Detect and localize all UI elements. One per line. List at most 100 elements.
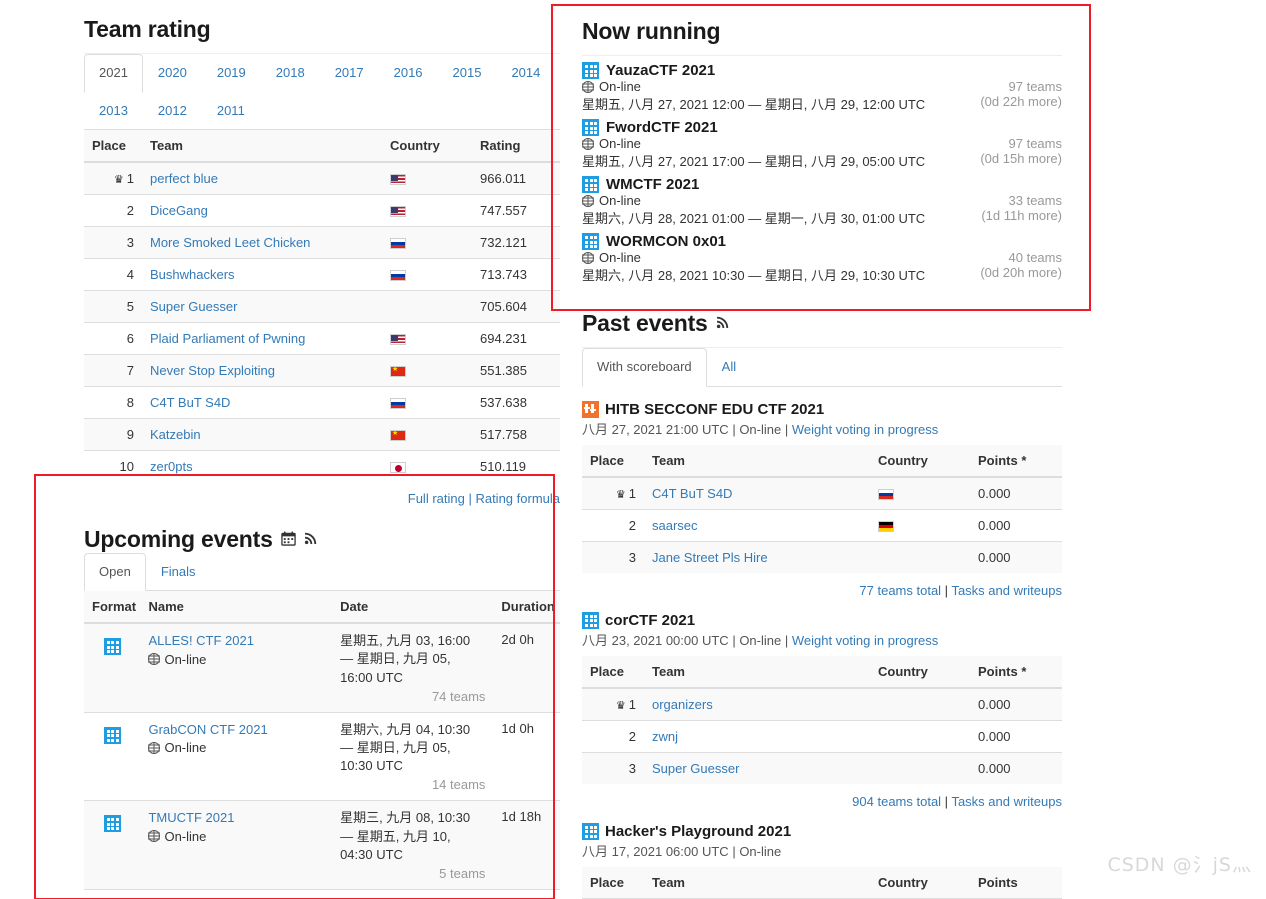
scoreboard-place-cell: 2 (582, 508, 644, 542)
running-event-link[interactable]: FwordCTF 2021 (606, 119, 718, 136)
team-link[interactable]: C4T BuT S4D (150, 395, 230, 410)
rss-icon[interactable] (304, 531, 318, 548)
year-tab-2016[interactable]: 2016 (379, 54, 438, 92)
rating-place-cell: 4 (84, 258, 142, 291)
team-link[interactable]: Katzebin (150, 427, 201, 442)
year-tab-item[interactable]: 2017 (320, 54, 379, 92)
running-event: WORMCON 0x01 On-line 40 teams 星期六, 八月 28, 2… (582, 233, 1062, 284)
year-tab-item[interactable]: 2011 (202, 92, 260, 130)
header-country: Country (870, 655, 970, 689)
event-date-cell: 星期六, 九月 04, 10:30 — 星期日, 九月 05, 10:30 UT… (332, 711, 494, 801)
past-event-link[interactable]: HITB SECCONF EDU CTF 2021 (605, 401, 824, 418)
running-event-link[interactable]: WORMCON 0x01 (606, 233, 726, 250)
rating-place-cell: 10 (84, 450, 142, 483)
rss-icon[interactable] (716, 315, 730, 332)
year-tab-item[interactable]: 2015 (438, 54, 497, 92)
year-tab-2018[interactable]: 2018 (261, 54, 320, 92)
year-tab-item[interactable]: 2020 (143, 54, 202, 92)
team-link[interactable]: Never Stop Exploiting (150, 363, 275, 378)
year-tab-item[interactable]: 2012 (143, 92, 202, 130)
team-link[interactable]: Plaid Parliament of Pwning (150, 331, 305, 346)
event-link[interactable]: TMUCTF 2021 (148, 809, 324, 827)
year-tab-item[interactable]: 2021 (84, 54, 143, 93)
rating-place: 5 (126, 299, 134, 315)
footer-link-rating-formula[interactable]: Rating formula (475, 491, 560, 506)
rating-place: 10 (119, 459, 134, 475)
table-row: 5 Super Guesser 705.604 (84, 290, 560, 323)
event-link[interactable]: ALLES! CTF 2021 (148, 632, 324, 650)
scoreboard-points: 0.000 (970, 540, 1062, 573)
past-event-link[interactable]: Hacker's Playground 2021 (605, 823, 791, 840)
past-tab-item[interactable]: All (707, 348, 751, 386)
running-event-teams: 33 teams (1008, 193, 1062, 209)
scoreboard-place-cell: 3 (582, 540, 644, 573)
year-tab-item[interactable]: 2018 (261, 54, 320, 92)
team-link[interactable]: saarsec (652, 518, 698, 533)
running-event-location-label: On-line (599, 250, 641, 266)
upcoming-tab-item[interactable]: Open (84, 552, 146, 592)
team-link[interactable]: Bushwhackers (150, 267, 235, 282)
year-tab-item[interactable]: 2014 (496, 54, 555, 92)
team-link[interactable]: Super Guesser (652, 761, 739, 776)
team-link[interactable]: DiceGang (150, 203, 208, 218)
running-event-remaining: (0d 20h more) (980, 265, 1062, 281)
team-link[interactable]: perfect blue (150, 171, 218, 186)
year-tab-item[interactable]: 2013 (84, 92, 143, 130)
tab-all[interactable]: All (707, 348, 751, 386)
tasks-writeups-link[interactable]: Tasks and writeups (951, 794, 1062, 809)
table-row: ♛ 1 organizers 0.000 (582, 687, 1062, 721)
rating-country-cell (382, 161, 472, 195)
weight-voting-link[interactable]: Weight voting in progress (792, 422, 938, 437)
year-tab-2021[interactable]: 2021 (84, 54, 143, 93)
team-link[interactable]: Super Guesser (150, 299, 237, 314)
team-link[interactable]: More Smoked Leet Chicken (150, 235, 310, 250)
past-event-footer-links: 77 teams total | Tasks and writeups (582, 573, 1062, 598)
rating-place-cell: 5 (84, 290, 142, 323)
team-rating-body: ♛ 1 perfect blue 966.011 2 DiceGang 747.557 3 Mo… (84, 161, 560, 483)
year-tab-2013[interactable]: 2013 (84, 92, 143, 130)
tab-open[interactable]: Open (84, 552, 146, 592)
team-link[interactable]: Jane Street Pls Hire (652, 550, 768, 565)
scoreboard-country-cell (870, 508, 970, 542)
weight-voting-link[interactable]: Weight voting in progress (792, 633, 938, 648)
year-tab-2011[interactable]: 2011 (202, 92, 260, 130)
year-tab-2015[interactable]: 2015 (438, 54, 497, 92)
rating-place-cell: 6 (84, 322, 142, 355)
year-tab-2019[interactable]: 2019 (202, 54, 261, 92)
calendar-icon[interactable] (281, 531, 296, 549)
footer-link-full-rating[interactable]: Full rating (408, 491, 465, 506)
event-format-cell (84, 622, 141, 713)
year-tab-2017[interactable]: 2017 (320, 54, 379, 92)
year-tab-2012[interactable]: 2012 (143, 92, 202, 130)
running-event-location: On-line (582, 250, 641, 265)
teams-total-link[interactable]: 904 teams total (852, 794, 941, 809)
year-tab-item[interactable]: 2019 (202, 54, 261, 92)
scoreboard-place: 2 (628, 517, 636, 533)
tab-with-scoreboard[interactable]: With scoreboard (582, 348, 707, 387)
team-link[interactable]: C4T BuT S4D (652, 486, 732, 501)
running-event-link[interactable]: WMCTF 2021 (606, 176, 699, 193)
team-link[interactable]: organizers (652, 697, 713, 712)
past-event-link[interactable]: corCTF 2021 (605, 612, 695, 629)
teams-total-link[interactable]: 77 teams total (859, 583, 941, 598)
upcoming-tab-item[interactable]: Finals (146, 553, 211, 591)
tasks-writeups-link[interactable]: Tasks and writeups (951, 583, 1062, 598)
scoreboard-place-cell: 2 (582, 719, 644, 753)
rating-value: 551.385 (472, 354, 560, 387)
past-events-tabs[interactable]: With scoreboard All (582, 348, 1062, 387)
tab-finals[interactable]: Finals (146, 553, 211, 591)
scoreboard-points: 0.000 (970, 508, 1062, 542)
past-tab-item[interactable]: With scoreboard (582, 348, 707, 387)
event-duration: 1d 18h (493, 800, 560, 890)
team-link[interactable]: zer0pts (150, 459, 193, 474)
scoreboard-place-cell: 3 (582, 751, 644, 784)
year-tab-item[interactable]: 2016 (379, 54, 438, 92)
year-tab-2020[interactable]: 2020 (143, 54, 202, 92)
upcoming-tabs[interactable]: Open Finals (84, 552, 560, 592)
event-location-label: On-line (164, 828, 207, 844)
year-tabs[interactable]: 2021 2020 2019 2018 2017 2016 2015 2014 2013 2012… (84, 54, 560, 131)
running-event-link[interactable]: YauzaCTF 2021 (606, 62, 715, 79)
team-link[interactable]: zwnj (652, 729, 678, 744)
year-tab-2014[interactable]: 2014 (496, 54, 555, 92)
event-link[interactable]: GrabCON CTF 2021 (148, 721, 324, 739)
